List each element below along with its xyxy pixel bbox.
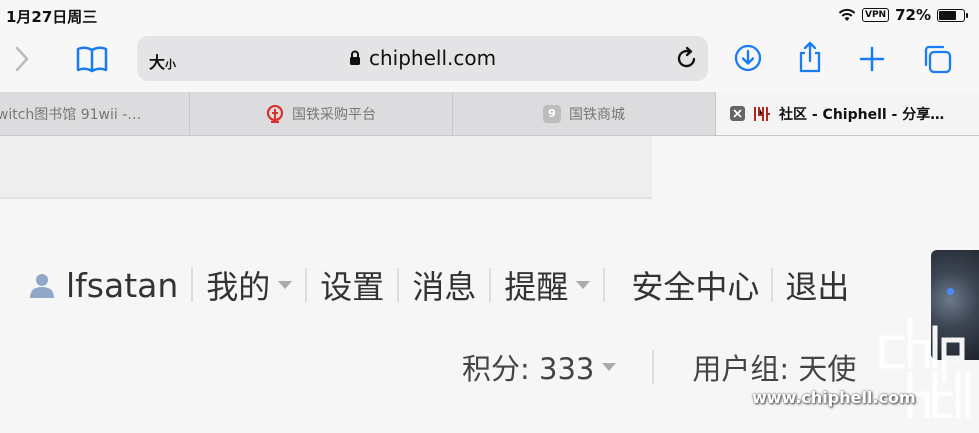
watermark-url: www.chiphell.com [752, 388, 916, 407]
divider [397, 268, 400, 302]
points-menu[interactable]: 积分: 333 [462, 346, 617, 388]
status-indicators: VPN 72% [838, 6, 968, 24]
wifi-icon [838, 8, 856, 21]
battery-level-fill [939, 10, 957, 20]
status-time: 1月27日周三 [6, 8, 98, 26]
browser-toolbar: 大小 chiphell.com [0, 30, 979, 92]
page-header-banner [0, 136, 652, 199]
settings-link[interactable]: 设置 [320, 262, 384, 308]
reminders-menu[interactable]: 提醒 [504, 262, 591, 308]
divider [603, 268, 606, 302]
security-center-link[interactable]: 安全中心 [631, 262, 759, 308]
tab-chiphell[interactable]: 社区 - Chiphell - 分享… [716, 92, 979, 135]
logout-link[interactable]: 退出 [785, 262, 849, 308]
reload-icon[interactable] [676, 46, 698, 74]
tab-railway-procurement[interactable]: 国铁采购平台 [190, 92, 453, 135]
tab-label: 社区 - Chiphell - 分享… [779, 106, 945, 123]
text-size-button[interactable]: 大小 [149, 49, 176, 73]
tab-label: 国铁采购平台 [292, 106, 376, 123]
divider [771, 268, 774, 302]
divider [305, 268, 308, 302]
divider [191, 268, 194, 302]
battery-percent: 72% [895, 6, 931, 24]
tab-bar: Switch图书馆 91wii -… 国铁采购平台 9 国铁商城 社区 - Ch… [0, 92, 979, 136]
address-bar[interactable]: 大小 chiphell.com [137, 36, 708, 81]
forward-icon[interactable] [12, 44, 32, 74]
vpn-badge: VPN [862, 8, 890, 22]
lock-icon [350, 50, 360, 65]
downloads-icon[interactable] [734, 44, 762, 72]
battery-icon [937, 8, 968, 22]
tab-label: 国铁商城 [569, 106, 625, 123]
chevron-down-icon [278, 281, 293, 289]
new-tab-icon[interactable] [859, 46, 885, 72]
tab-railway-mall[interactable]: 9 国铁商城 [453, 92, 716, 135]
tab-favicon-9: 9 [543, 104, 561, 123]
chevron-down-icon [602, 363, 617, 371]
chiphell-logo-icon [754, 106, 770, 121]
bookmarks-icon[interactable] [75, 44, 109, 74]
share-icon[interactable] [797, 40, 823, 74]
avatar-eye-highlight [947, 288, 954, 295]
chevron-down-icon [576, 281, 591, 289]
user-nav: lfsatan 我的 设置 消息 提醒 安全中心 退出 [28, 262, 849, 308]
my-menu[interactable]: 我的 [206, 262, 293, 308]
tab-switch-library[interactable]: Switch图书馆 91wii -… [0, 92, 190, 135]
messages-link[interactable]: 消息 [412, 262, 476, 308]
railway-logo-icon [266, 104, 284, 123]
divider [652, 350, 655, 384]
user-icon [30, 274, 54, 298]
username-link[interactable]: lfsatan [66, 266, 178, 305]
close-tab-icon[interactable] [730, 106, 745, 121]
url-display[interactable]: chiphell.com [349, 46, 496, 70]
url-text: chiphell.com [369, 46, 497, 70]
watermark: www.chiphell.com [752, 318, 979, 418]
status-bar: 1月27日周三 VPN 72% [0, 0, 979, 30]
tab-label: Switch图书馆 91wii -… [0, 106, 142, 123]
tabs-overview-icon[interactable] [921, 43, 953, 75]
divider [489, 268, 492, 302]
